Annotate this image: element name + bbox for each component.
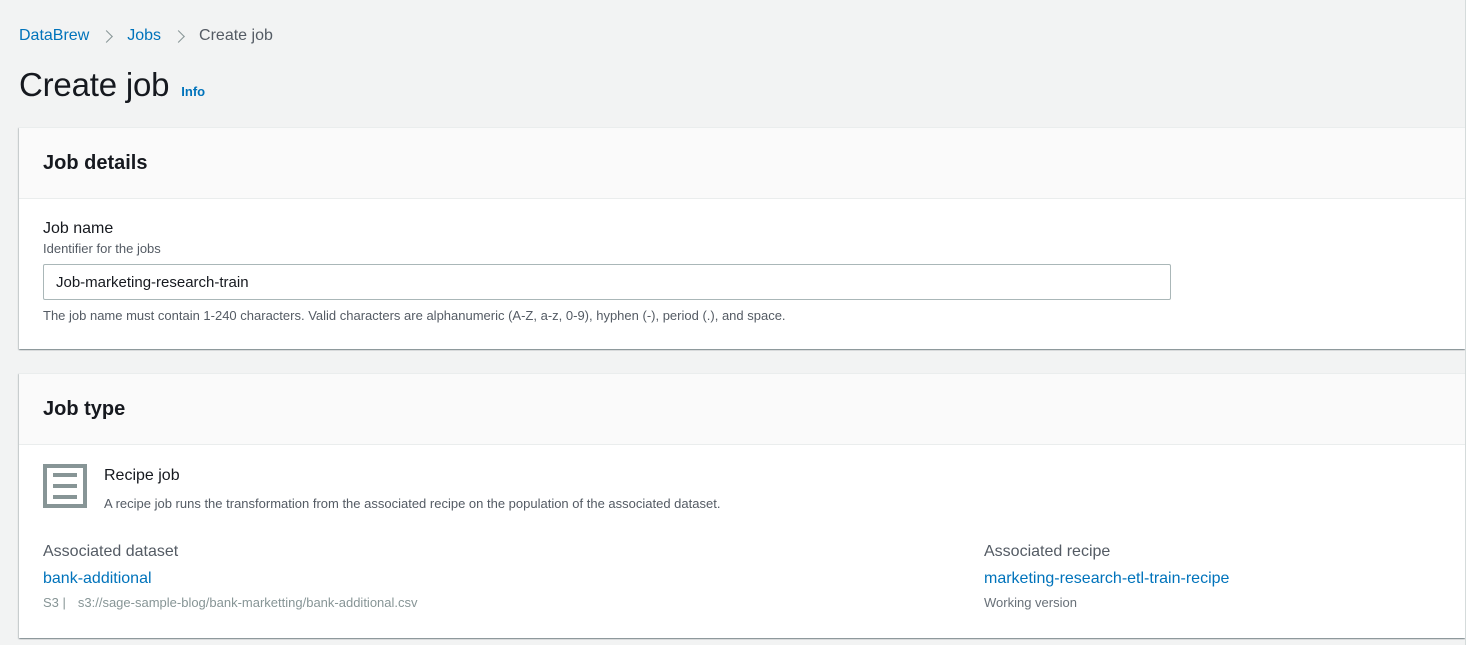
recipe-job-title: Recipe job — [104, 467, 180, 484]
associated-dataset-label: Associated dataset — [43, 543, 179, 560]
associated-recipe: Associated recipe marketing-research-etl… — [984, 542, 1229, 611]
breadcrumb-jobs[interactable]: Jobs — [127, 27, 161, 45]
dataset-s3-path: s3://sage-sample-blog/bank-marketting/ba… — [77, 595, 418, 610]
job-details-title: Job details — [43, 151, 148, 174]
breadcrumb-current: Create job — [199, 27, 273, 44]
chevron-right-icon — [100, 29, 114, 43]
associated-recipe-label: Associated recipe — [984, 543, 1111, 560]
job-name-input[interactable] — [43, 264, 1171, 300]
job-name-constraint: The job name must contain 1-240 characte… — [43, 308, 786, 323]
job-details-header: Job details — [19, 128, 1465, 199]
breadcrumb-databrew[interactable]: DataBrew — [19, 27, 89, 45]
page: DataBrew Jobs Create job Create job Info… — [0, 0, 1468, 645]
info-link[interactable]: Info — [181, 84, 205, 99]
recipe-version: Working version — [984, 595, 1077, 610]
associated-dataset-link[interactable]: bank-additional — [43, 569, 418, 589]
associated-dataset-path: S3 | s3://sage-sample-blog/bank-markettin… — [43, 595, 418, 611]
job-name-field: Job name Identifier for the jobs The job… — [19, 199, 1465, 324]
job-details-panel: Job details Job name Identifier for the … — [19, 127, 1465, 349]
recipe-list-icon — [43, 464, 87, 508]
associated-recipe-link[interactable]: marketing-research-etl-train-recipe — [984, 569, 1229, 589]
breadcrumb: DataBrew Jobs Create job — [19, 26, 273, 46]
title-row: Create job Info — [19, 66, 205, 104]
job-type-header: Job type — [19, 374, 1465, 445]
job-name-label: Job name — [43, 220, 114, 237]
recipe-job-text: Recipe job A recipe job runs the transfo… — [104, 466, 720, 512]
recipe-job-description: A recipe job runs the transformation fro… — [104, 496, 721, 511]
chevron-right-icon — [172, 29, 185, 43]
recipe-job-option: Recipe job A recipe job runs the transfo… — [43, 464, 720, 512]
s3-source-tag: S3 | — [43, 595, 66, 610]
job-name-description: Identifier for the jobs — [43, 241, 161, 256]
job-type-title: Job type — [43, 397, 126, 420]
associated-dataset: Associated dataset bank-additional S3 | s… — [43, 542, 418, 611]
job-type-panel: Job type Recipe job A recipe job runs th… — [19, 373, 1465, 638]
page-title: Create job — [19, 66, 170, 103]
